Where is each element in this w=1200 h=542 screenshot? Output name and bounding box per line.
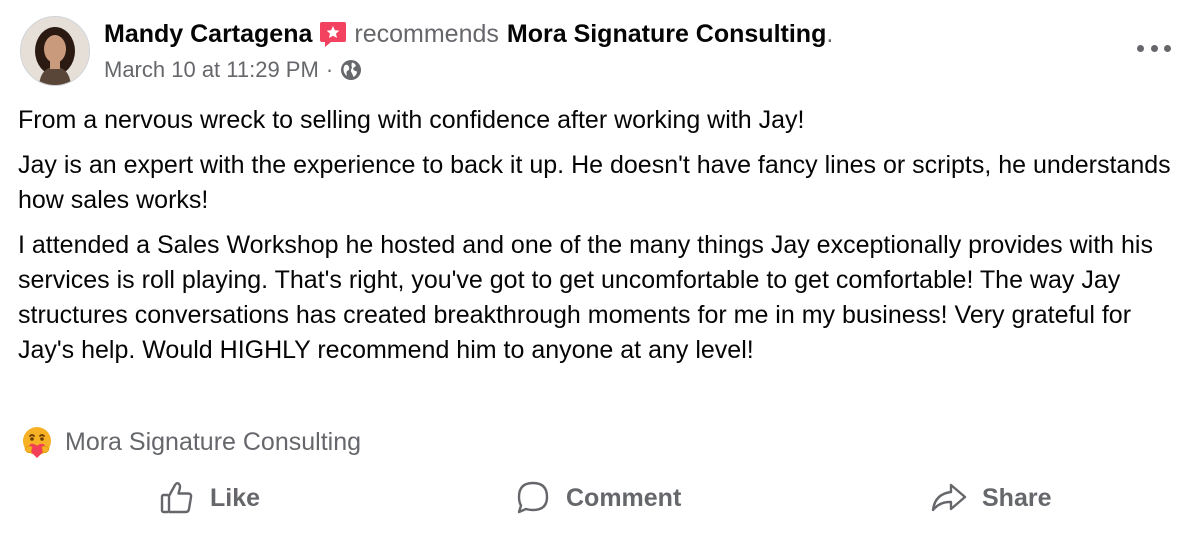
- post-paragraph: Jay is an expert with the experience to …: [18, 151, 1171, 214]
- post-paragraph: I attended a Sales Workshop he hosted an…: [18, 231, 1153, 364]
- comment-icon: [514, 479, 552, 517]
- post-body: From a nervous wreck to selling with con…: [18, 103, 1186, 378]
- thumbs-up-icon: [158, 479, 196, 517]
- share-button[interactable]: Share: [930, 472, 1051, 524]
- post-actions: Like Comment Share: [0, 472, 1200, 524]
- more-options-icon[interactable]: [1137, 36, 1171, 60]
- recommends-text: recommends: [354, 20, 499, 48]
- meta-separator: ·: [325, 57, 334, 82]
- post-paragraph: From a nervous wreck to selling with con…: [18, 106, 805, 134]
- like-label: Like: [210, 483, 261, 512]
- author-avatar[interactable]: [20, 16, 90, 86]
- header-period: .: [826, 20, 834, 48]
- post-meta: March 10 at 11:29 PM ·: [104, 56, 362, 84]
- like-button[interactable]: Like: [158, 472, 260, 524]
- post-timestamp[interactable]: March 10 at 11:29 PM: [104, 56, 319, 84]
- comment-button[interactable]: Comment: [514, 472, 681, 524]
- author-name[interactable]: Mandy Cartagena: [104, 18, 312, 50]
- post-header: Mandy Cartagena recommends Mora Signatur…: [104, 18, 833, 50]
- share-label: Share: [982, 483, 1052, 512]
- comment-label: Comment: [566, 483, 682, 512]
- share-icon: [930, 479, 968, 517]
- globe-icon[interactable]: [340, 59, 362, 81]
- recommend-icon: [318, 19, 348, 49]
- recommendation-post: Mandy Cartagena recommends Mora Signatur…: [0, 0, 1200, 542]
- tagged-page[interactable]: Mora Signature Consulting: [20, 424, 361, 460]
- recommended-page-name[interactable]: Mora Signature Consulting: [507, 18, 826, 50]
- tagged-page-name[interactable]: Mora Signature Consulting: [65, 424, 361, 460]
- care-reaction-icon: [20, 425, 54, 459]
